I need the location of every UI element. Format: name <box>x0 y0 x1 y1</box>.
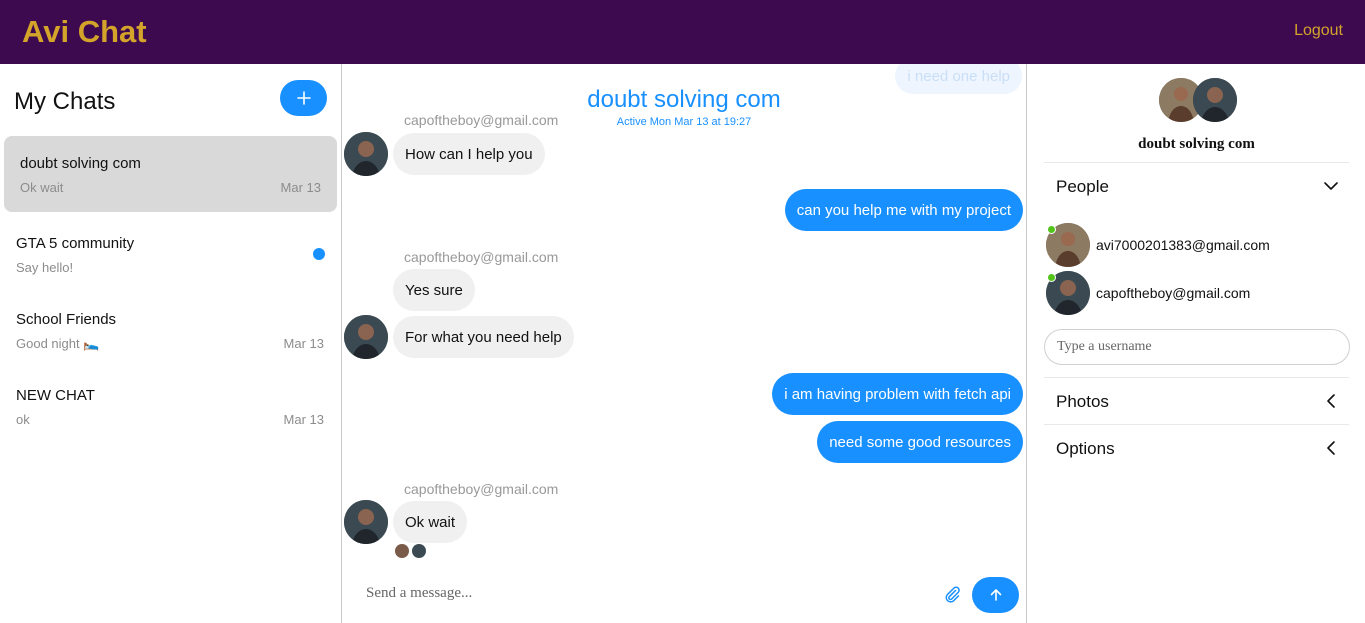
message-feed[interactable]: i need one help capoftheboy@gmail.com Ho… <box>342 64 1026 564</box>
chat-item-last-message: Ok wait <box>20 180 64 195</box>
sender-avatar <box>344 500 388 544</box>
chat-list-title: My Chats <box>14 88 116 115</box>
chat-item-last-message: Say hello! <box>16 260 74 275</box>
top-bar: Avi Chat Logout <box>0 0 1365 64</box>
chat-item-new-chat[interactable]: NEW CHAT ok Mar 13 <box>4 368 337 444</box>
options-section-label: Options <box>1056 439 1115 458</box>
online-indicator <box>1047 225 1056 234</box>
chat-item-name: NEW CHAT <box>16 387 95 404</box>
message-sender: capoftheboy@gmail.com <box>404 249 559 265</box>
chat-item-name: GTA 5 community <box>16 235 135 252</box>
message-input[interactable] <box>356 579 926 607</box>
paperclip-icon[interactable] <box>942 584 962 604</box>
message-bubble-outgoing: need some good resources <box>817 421 1023 463</box>
chat-list-panel: My Chats doubt solving com Ok wait Mar 1… <box>0 64 342 623</box>
conversation-title: doubt solving com <box>587 86 781 113</box>
read-receipts <box>395 544 426 558</box>
chat-item-name: School Friends <box>16 311 117 328</box>
message-bubble-incoming: Ok wait <box>393 501 468 543</box>
send-button[interactable] <box>972 577 1019 613</box>
member-avatar <box>1193 78 1237 122</box>
chevron-left-icon <box>1327 394 1335 408</box>
chat-item-last-message: ok <box>16 412 30 427</box>
sender-avatar <box>344 315 388 359</box>
chat-item-gta-5-community[interactable]: GTA 5 community Say hello! <box>4 216 337 292</box>
new-chat-button[interactable] <box>280 80 327 116</box>
read-receipt-avatar <box>395 544 409 558</box>
plus-icon <box>296 91 311 105</box>
group-avatars <box>1159 78 1239 122</box>
conversation-active-status: Active Mon Mar 13 at 19:27 <box>616 116 752 128</box>
sender-avatar <box>344 132 388 176</box>
message-bubble-incoming: Yes sure <box>393 269 475 311</box>
people-list-item[interactable]: avi7000201383@gmail.com <box>1046 223 1351 267</box>
chat-item-date: Mar 13 <box>283 336 324 351</box>
people-section-toggle[interactable]: People <box>1044 163 1349 209</box>
chat-item-doubt-solving-com[interactable]: doubt solving com Ok wait Mar 13 <box>4 136 337 212</box>
chat-item-name: doubt solving com <box>20 155 141 172</box>
photos-section-toggle[interactable]: Photos <box>1044 378 1349 424</box>
message-bubble-incoming: How can I help you <box>393 133 545 175</box>
message-sender: capoftheboy@gmail.com <box>404 481 559 497</box>
people-list-item[interactable]: capoftheboy@gmail.com <box>1046 271 1351 315</box>
chevron-down-icon <box>1324 182 1338 190</box>
conversation-panel: i need one help capoftheboy@gmail.com Ho… <box>342 64 1026 623</box>
chat-item-last-message: Good night 🛌 <box>16 336 100 351</box>
chat-details-panel: doubt solving com People avi7000201383@g… <box>1026 64 1365 623</box>
username-input[interactable] <box>1044 329 1350 365</box>
person-email: capoftheboy@gmail.com <box>1096 285 1251 301</box>
message-bubble-outgoing: can you help me with my project <box>784 189 1023 231</box>
chat-details-name: doubt solving com <box>1138 136 1255 152</box>
photos-section-label: Photos <box>1056 392 1109 411</box>
app-brand: Avi Chat <box>22 14 147 49</box>
chat-item-date: Mar 13 <box>283 412 324 427</box>
message-bubble-incoming: For what you need help <box>393 316 574 358</box>
people-section-label: People <box>1056 177 1109 196</box>
message-composer <box>342 564 1026 623</box>
chat-item-date: Mar 13 <box>280 180 321 195</box>
logout-link[interactable]: Logout <box>1294 22 1343 40</box>
person-email: avi7000201383@gmail.com <box>1096 237 1270 253</box>
online-indicator <box>1047 273 1056 282</box>
read-receipt-avatar <box>412 544 426 558</box>
options-section-toggle[interactable]: Options <box>1044 425 1349 471</box>
chat-item-school-friends[interactable]: School Friends Good night 🛌 Mar 13 <box>4 292 337 368</box>
message-bubble-outgoing: i am having problem with fetch api <box>772 373 1023 415</box>
arrow-up-icon <box>990 589 1001 601</box>
chevron-left-icon <box>1327 441 1335 455</box>
unread-dot <box>313 248 325 260</box>
